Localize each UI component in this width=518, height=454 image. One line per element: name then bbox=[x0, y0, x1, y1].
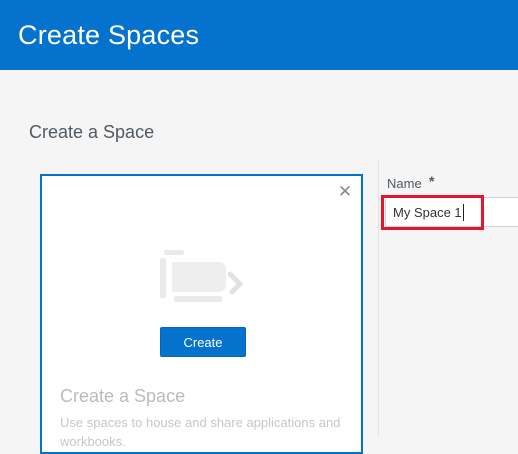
card-description: Use spaces to house and share applicatio… bbox=[60, 415, 341, 449]
section-title: Create a Space bbox=[29, 122, 155, 142]
card-title: Create a Space bbox=[60, 386, 186, 406]
text-caret bbox=[463, 204, 464, 221]
name-label: Name bbox=[387, 176, 422, 191]
create-button[interactable]: Create bbox=[160, 327, 246, 357]
space-illustration-icon bbox=[160, 250, 244, 302]
required-marker: * bbox=[429, 173, 435, 189]
name-field[interactable] bbox=[385, 197, 518, 227]
close-icon[interactable]: ✕ bbox=[337, 183, 353, 200]
page-title: Create Spaces bbox=[18, 20, 200, 50]
create-space-card: ✕ Create Create a Space Use spaces to ho… bbox=[40, 174, 363, 454]
app-header: Create Spaces bbox=[0, 0, 518, 70]
panel-divider bbox=[378, 160, 379, 436]
